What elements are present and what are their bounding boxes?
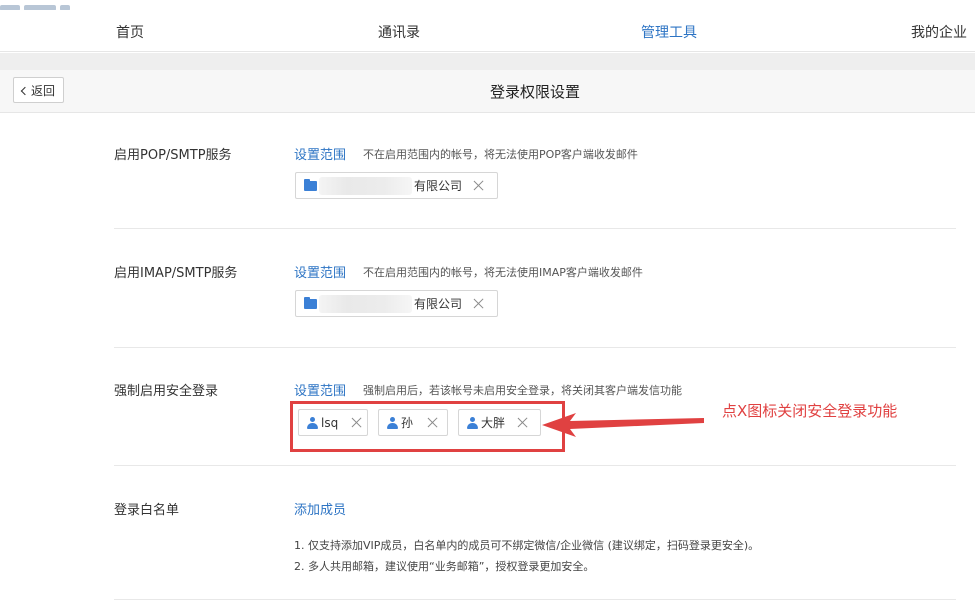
cropped-tab-bar — [0, 0, 110, 11]
top-strip — [0, 0, 975, 11]
redacted-name — [319, 176, 412, 195]
section-description: 不在启用范围内的帐号，将无法使用POP客户端收发邮件 — [363, 148, 638, 161]
set-scope-link[interactable]: 设置范围 — [294, 262, 346, 281]
section-pop-smtp: 启用POP/SMTP服务 设置范围 不在启用范围内的帐号，将无法使用POP客户端… — [114, 113, 956, 229]
annotation-text: 点X图标关闭安全登录功能 — [722, 402, 898, 420]
scope-tag-label: 有限公司 — [414, 297, 463, 311]
annotation-highlight-box — [290, 401, 565, 452]
set-scope-link[interactable]: 设置范围 — [294, 144, 346, 163]
close-icon[interactable] — [473, 298, 484, 309]
divider-band — [0, 53, 975, 70]
section-label: 强制启用安全登录 — [114, 384, 219, 399]
section-imap-smtp: 启用IMAP/SMTP服务 设置范围 不在启用范围内的帐号，将无法使用IMAP客… — [114, 229, 956, 348]
whitelist-note: 2. 多人共用邮箱，建议使用“业务邮箱”，授权登录更加安全。 — [294, 560, 595, 573]
section-description: 不在启用范围内的帐号，将无法使用IMAP客户端收发邮件 — [363, 266, 643, 279]
nav-my-company[interactable]: 我的企业 — [911, 22, 967, 42]
scope-tag: 有限公司 — [295, 172, 498, 199]
redacted-name — [319, 294, 412, 313]
add-member-link[interactable]: 添加成员 — [294, 499, 346, 518]
page-title: 登录权限设置 — [489, 83, 580, 101]
section-label: 启用IMAP/SMTP服务 — [114, 266, 238, 281]
section-login-whitelist: 登录白名单 添加成员 — [114, 466, 956, 600]
whitelist-note: 1. 仅支持添加VIP成员，白名单内的成员可不绑定微信/企业微信 (建议绑定，扫… — [294, 539, 760, 552]
nav-home[interactable]: 首页 — [116, 22, 144, 42]
scope-tag-label: 有限公司 — [414, 179, 463, 193]
folder-icon — [304, 178, 317, 191]
close-icon[interactable] — [473, 180, 484, 191]
top-nav: 首页 通讯录 管理工具 我的企业 — [0, 10, 975, 52]
scope-tag: 有限公司 — [295, 290, 498, 317]
set-scope-link[interactable]: 设置范围 — [294, 380, 346, 399]
section-description: 强制启用后，若该帐号未启用安全登录，将关闭其客户端发信功能 — [363, 384, 682, 397]
annotation-arrow-icon — [542, 413, 704, 437]
section-label: 启用POP/SMTP服务 — [114, 148, 232, 163]
nav-contacts[interactable]: 通讯录 — [378, 22, 420, 42]
title-bar: 返回 登录权限设置 — [0, 70, 975, 113]
section-label: 登录白名单 — [114, 503, 180, 518]
folder-icon — [304, 296, 317, 309]
nav-admin-tools[interactable]: 管理工具 — [641, 22, 697, 42]
